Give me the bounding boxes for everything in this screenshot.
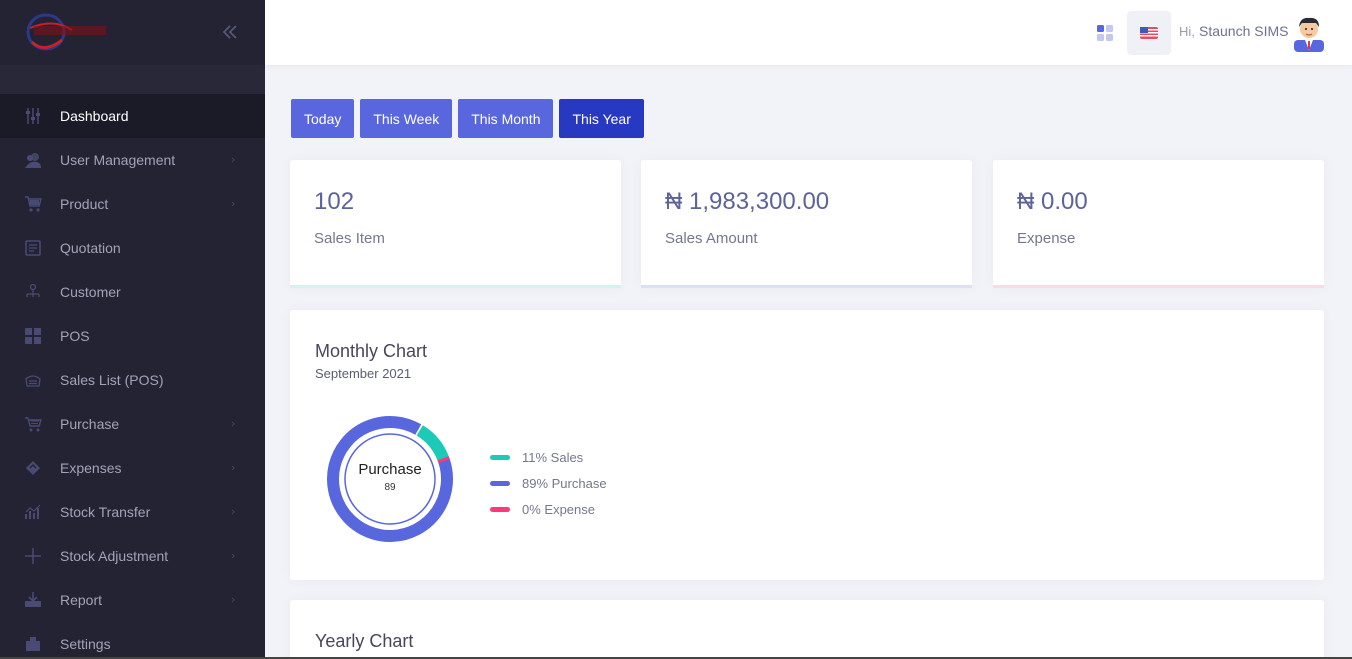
- sidebar-collapse-icon[interactable]: [220, 22, 240, 42]
- chevron-right-icon: ›: [231, 593, 236, 606]
- sales-list-icon: [24, 371, 42, 389]
- stat-accent-bar: [290, 285, 621, 288]
- legend-label: 11% Sales: [522, 449, 584, 465]
- legend-swatch: [490, 480, 510, 486]
- users-icon: [24, 151, 42, 169]
- sidebar-item-customer[interactable]: Customer: [0, 270, 265, 314]
- sidebar-item-quotation[interactable]: Quotation: [0, 226, 265, 270]
- period-filter-group: Today This Week This Month This Year: [291, 99, 644, 138]
- legend-item[interactable]: 89% Purchase: [490, 470, 607, 496]
- us-flag-icon: [1140, 27, 1158, 39]
- sidebar-item-sales-list-pos[interactable]: Sales List (POS): [0, 358, 265, 402]
- donut-center-value: 89: [384, 482, 396, 493]
- sidebar-item-expenses[interactable]: Expenses ›: [0, 446, 265, 490]
- chevron-right-icon: ›: [231, 505, 236, 518]
- stat-value: ₦ 0.00: [1017, 188, 1088, 215]
- legend-item[interactable]: 0% Expense: [490, 496, 607, 522]
- sidebar-item-label: Dashboard: [60, 108, 129, 124]
- sidebar-item-user-management[interactable]: User Management ›: [0, 138, 265, 182]
- donut-slice-sales[interactable]: [416, 425, 449, 462]
- quotation-icon: [24, 239, 42, 257]
- sidebar-item-label: Expenses: [60, 460, 122, 476]
- stat-accent-bar: [641, 285, 972, 288]
- stat-label: Expense: [1017, 230, 1076, 247]
- stat-value: ₦ 1,983,300.00: [665, 188, 830, 215]
- stat-value: 102: [314, 188, 355, 215]
- top-header: Hi, Staunch SIMS: [265, 0, 1352, 65]
- stat-label: Sales Amount: [665, 230, 758, 247]
- sidebar-brand: [0, 0, 265, 65]
- sidebar-item-stock-adjustment[interactable]: Stock Adjustment ›: [0, 534, 265, 578]
- donut-chart[interactable]: Purchase 89: [325, 414, 455, 544]
- sidebar-item-label: User Management: [60, 152, 176, 168]
- chart-icon: [24, 503, 42, 521]
- chevron-right-icon: ›: [231, 549, 236, 562]
- apps-icon[interactable]: [1096, 24, 1114, 42]
- legend-label: 0% Expense: [522, 501, 595, 517]
- filter-button-today[interactable]: Today: [291, 99, 355, 138]
- sidebar-item-label: Settings: [60, 636, 111, 652]
- filter-button-this-year[interactable]: This Year: [559, 99, 644, 138]
- download-icon: [24, 591, 42, 609]
- sidebar: Dashboard User Management › Product › Quotati…: [0, 0, 265, 659]
- sidebar-item-label: Stock Transfer: [60, 504, 151, 520]
- chevron-right-icon: ›: [231, 417, 236, 430]
- cart-icon: [24, 195, 42, 213]
- stat-accent-bar: [993, 285, 1324, 288]
- sidebar-item-product[interactable]: Product ›: [0, 182, 265, 226]
- plus-icon: [24, 547, 42, 565]
- legend-swatch: [490, 506, 510, 512]
- sidebar-item-stock-transfer[interactable]: Stock Transfer ›: [0, 490, 265, 534]
- stat-label: Sales Item: [314, 230, 385, 247]
- sidebar-menu: Dashboard User Management › Product › Quotati…: [0, 94, 265, 659]
- expenses-icon: [24, 459, 42, 477]
- yearly-chart-card: Yearly Chart: [290, 600, 1324, 659]
- purchase-icon: [24, 415, 42, 433]
- card-title: Yearly Chart: [315, 631, 414, 651]
- sidebar-item-label: Stock Adjustment: [60, 548, 169, 564]
- language-selector[interactable]: [1127, 11, 1171, 55]
- legend-label: 89% Purchase: [522, 475, 607, 491]
- greeting-text: Hi,: [1179, 24, 1195, 39]
- card-subtitle: September 2021: [315, 366, 412, 381]
- card-title: Monthly Chart: [315, 341, 428, 361]
- chevron-right-icon: ›: [231, 197, 236, 210]
- monthly-chart-card: Monthly Chart September 2021 Purchase 89…: [290, 310, 1324, 580]
- sliders-icon: [24, 107, 42, 125]
- chevron-right-icon: ›: [231, 461, 236, 474]
- sidebar-spacer: [0, 65, 265, 94]
- sidebar-item-dashboard[interactable]: Dashboard: [0, 94, 265, 138]
- donut-inner-ring: [344, 433, 436, 525]
- filter-button-this-month[interactable]: This Month: [458, 99, 554, 138]
- stat-card-sales-item: 102 Sales Item: [290, 160, 621, 288]
- donut-center-label: Purchase: [358, 461, 421, 478]
- sidebar-item-label: Product: [60, 196, 109, 212]
- sidebar-item-purchase[interactable]: Purchase ›: [0, 402, 265, 446]
- sidebar-item-label: Purchase: [60, 416, 120, 432]
- chart-legend: 11% Sales 89% Purchase 0% Expense: [490, 444, 607, 522]
- filter-button-this-week[interactable]: This Week: [360, 99, 453, 138]
- stat-card-expense: ₦ 0.00 Expense: [993, 160, 1324, 288]
- sidebar-item-label: POS: [60, 328, 90, 344]
- customer-icon: [24, 283, 42, 301]
- username[interactable]: Staunch SIMS: [1199, 23, 1289, 39]
- sidebar-item-label: Sales List (POS): [60, 372, 164, 388]
- sidebar-item-label: Report: [60, 592, 103, 608]
- sidebar-item-label: Quotation: [60, 240, 121, 256]
- legend-swatch: [490, 454, 510, 460]
- chevron-right-icon: ›: [231, 153, 236, 166]
- stat-card-sales-amount: ₦ 1,983,300.00 Sales Amount: [641, 160, 972, 288]
- legend-item[interactable]: 11% Sales: [490, 444, 607, 470]
- sidebar-item-settings[interactable]: Settings: [0, 622, 265, 659]
- sidebar-item-label: Customer: [60, 284, 121, 300]
- sidebar-item-pos[interactable]: POS: [0, 314, 265, 358]
- settings-icon: [24, 635, 42, 653]
- brand-logo[interactable]: [24, 10, 114, 56]
- grid-icon: [24, 327, 42, 345]
- sidebar-item-report[interactable]: Report ›: [0, 578, 265, 622]
- avatar[interactable]: [1290, 14, 1328, 52]
